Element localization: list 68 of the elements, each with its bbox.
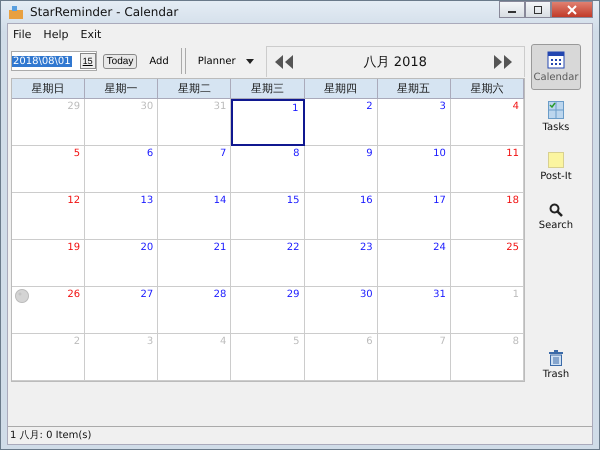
tasks-icon [548, 101, 564, 119]
view-dropdown[interactable]: Planner [192, 54, 260, 68]
day-cell[interactable]: 5 [12, 146, 86, 193]
moon-icon [15, 289, 29, 303]
day-cell[interactable]: 6 [85, 146, 158, 193]
day-cell[interactable]: 19 [12, 240, 86, 287]
today-button[interactable]: Today [102, 54, 138, 68]
status-bar: 1 八月: 0 Item(s) [8, 426, 592, 444]
close-icon [567, 4, 577, 14]
day-cell[interactable]: 11 [450, 146, 524, 193]
day-cell[interactable]: 3 [378, 99, 451, 146]
day-cell[interactable]: 13 [85, 193, 158, 240]
menu-item[interactable]: Exit [80, 28, 102, 40]
sidebar-item[interactable]: Search [530, 194, 581, 240]
day-cell[interactable]: 24 [378, 240, 451, 287]
day-cell[interactable]: 7 [158, 146, 232, 193]
calendar-button[interactable]: 15 [80, 53, 96, 69]
add-button[interactable]: Add [143, 54, 175, 68]
maximize-button[interactable] [525, 1, 551, 18]
day-cell[interactable]: 15 [231, 193, 305, 240]
day-cell[interactable]: 23 [304, 240, 378, 287]
sidebar-item[interactable]: Calendar [530, 44, 581, 90]
day-cell[interactable]: 12 [12, 193, 86, 240]
caret-icon [246, 58, 254, 64]
day-cell[interactable]: 20 [85, 240, 158, 287]
weekday-header: 星期五 [378, 79, 451, 99]
sidebar-item[interactable]: Tasks [530, 94, 581, 140]
day-cell[interactable]: 25 [450, 240, 524, 287]
weekday-header: 星期日 [12, 79, 86, 99]
weekday-header: 星期一 [85, 79, 158, 99]
day-cell[interactable]: 29 [231, 287, 305, 334]
menu-item[interactable]: File [13, 28, 32, 40]
date-field[interactable]: 2018\08\01 15 [11, 51, 97, 71]
weekday-header: 星期三 [231, 79, 305, 99]
sidebar-item[interactable]: Post-It [530, 144, 581, 190]
day-cell[interactable]: 21 [158, 240, 232, 287]
day-cell[interactable]: 2 [304, 99, 378, 146]
weekday-header: 星期六 [450, 79, 524, 99]
day-cell[interactable]: 28 [158, 287, 232, 334]
day-cell[interactable]: 4 [450, 99, 524, 146]
day-cell[interactable]: 31 [378, 287, 451, 334]
day-cell[interactable]: 8 [231, 146, 305, 193]
trash-icon [548, 350, 563, 366]
minimize-icon [508, 11, 516, 13]
day-cell[interactable]: 10 [378, 146, 451, 193]
day-cell[interactable]: 14 [158, 193, 232, 240]
day-cell[interactable]: 16 [304, 193, 378, 240]
close-button[interactable] [551, 1, 593, 18]
day-cell[interactable]: 30 [304, 287, 378, 334]
month-title: 八月 2018 [364, 54, 427, 70]
minimize-button[interactable] [499, 1, 525, 18]
day-cell[interactable]: 9 [304, 146, 378, 193]
weekday-header: 星期二 [158, 79, 232, 99]
day-cell[interactable]: 22 [231, 240, 305, 287]
calendar-icon [546, 51, 565, 69]
selected-day-cell[interactable]: 1 [231, 99, 305, 146]
weekday-header: 星期四 [304, 79, 378, 99]
window-title: StarReminder - Calendar [30, 5, 178, 19]
search-icon [548, 203, 563, 217]
sticky-note-icon [548, 152, 564, 168]
app-icon [8, 4, 24, 20]
maximize-icon [533, 4, 543, 14]
day-cell[interactable]: 18 [450, 193, 524, 240]
day-cell[interactable]: 26 [12, 287, 86, 334]
sidebar-item[interactable]: Trash [530, 342, 581, 388]
menu-item[interactable]: Help [43, 28, 68, 40]
day-cell[interactable]: 17 [378, 193, 451, 240]
day-cell[interactable]: 27 [85, 287, 158, 334]
